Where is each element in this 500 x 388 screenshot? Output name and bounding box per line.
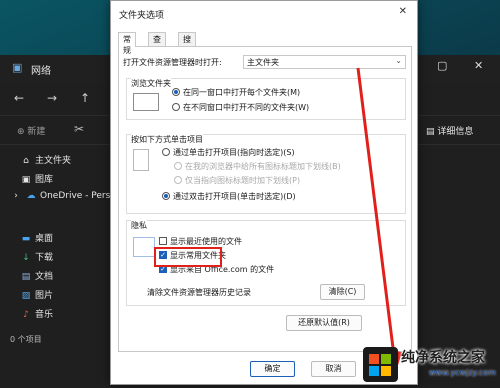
- sidebar-item-music[interactable]: ♪ 音乐: [20, 307, 53, 320]
- recent-files-label: 显示最近使用的文件: [170, 237, 242, 246]
- cut-icon[interactable]: ✂: [74, 122, 84, 136]
- document-icon: ▤: [21, 272, 31, 282]
- back-icon[interactable]: ←: [14, 91, 24, 105]
- gallery-icon: ▣: [21, 175, 31, 185]
- radio-same-window[interactable]: [172, 88, 180, 96]
- desktop-icon: ▬: [21, 234, 31, 244]
- explorer-title: 网络: [31, 66, 51, 77]
- logo-url: www.ycwjzy.com: [429, 368, 496, 377]
- chevron-right-icon: ›: [14, 191, 18, 201]
- option-underline-point-label: 仅当指向图标标题时加下划线(P): [185, 176, 301, 185]
- tab-view[interactable]: 查看: [148, 32, 166, 55]
- status-bar: 0 个项目: [10, 335, 42, 344]
- privacy-icon: [133, 237, 155, 257]
- sidebar-item-label: 音乐: [35, 310, 54, 320]
- arrow-line: [356, 67, 396, 357]
- tab-search[interactable]: 搜索: [178, 32, 196, 55]
- sidebar-item-label: 下载: [35, 253, 54, 263]
- cloud-icon: ☁: [26, 191, 36, 201]
- forward-icon[interactable]: →: [47, 91, 57, 105]
- open-explorer-value: 主文件夹: [247, 58, 279, 67]
- sidebar-item-label: 主文件夹: [35, 156, 72, 166]
- radio-new-window[interactable]: [172, 103, 180, 111]
- close-icon[interactable]: ✕: [399, 6, 407, 17]
- checkbox-recent-files[interactable]: [159, 237, 167, 245]
- new-button[interactable]: ⊕ 新建: [17, 124, 45, 137]
- restore-icon[interactable]: ▢: [437, 59, 447, 72]
- radio-underline-point[interactable]: [174, 176, 182, 184]
- details-button[interactable]: ▤ 详细信息: [426, 124, 473, 137]
- radio-single-click[interactable]: [162, 148, 170, 156]
- highlight-frequent-folders: [154, 247, 222, 267]
- sidebar-item-downloads[interactable]: ↓ 下载: [20, 250, 53, 263]
- up-icon[interactable]: ↑: [80, 91, 90, 105]
- option-single-click-label: 通过单击打开项目(指向时选定)(S): [173, 148, 295, 157]
- browse-preview-image: [133, 93, 159, 111]
- home-icon: ⌂: [23, 156, 29, 166]
- option-underline-all-label: 在我的浏览器中给所有图标标题加下划线(B): [185, 162, 341, 171]
- sidebar-item-home[interactable]: ⌂ 主文件夹: [20, 153, 71, 166]
- sidebar-item-label: 桌面: [35, 234, 54, 244]
- sidebar-item-label: 图片: [35, 291, 54, 301]
- download-icon: ↓: [22, 253, 30, 263]
- logo-title: 纯净系统之家: [401, 350, 485, 366]
- annotation-arrow: [356, 67, 402, 372]
- site-logo: 纯净系统之家 www.ycwjzy.com: [355, 341, 500, 388]
- sidebar-item-documents[interactable]: ▤ 文档: [20, 269, 53, 282]
- sidebar-item-desktop[interactable]: ▬ 桌面: [20, 231, 53, 244]
- music-icon: ♪: [23, 310, 29, 320]
- sidebar-item-gallery[interactable]: ▣ 图库: [20, 172, 53, 185]
- windows-logo-icon: [363, 347, 398, 382]
- tab-general[interactable]: 常规: [118, 32, 136, 55]
- radio-underline-all[interactable]: [174, 162, 182, 170]
- pictures-icon: ▨: [21, 291, 31, 301]
- sidebar-item-pictures[interactable]: ▨ 图片: [20, 288, 53, 301]
- dialog-title: 文件夹选项: [119, 11, 165, 21]
- option-double-click-label: 通过双击打开项目(单击时选定)(D): [173, 192, 296, 201]
- sidebar-item-label: 文档: [35, 272, 54, 282]
- sidebar-item-label: 图库: [35, 175, 54, 185]
- clear-history-label: 清除文件资源管理器历史记录: [147, 288, 251, 297]
- details-label: 详细信息: [437, 127, 474, 137]
- option-same-window-label: 在同一窗口中打开每个文件夹(M): [183, 88, 301, 97]
- option-new-window-label: 在不同窗口中打开不同的文件夹(W): [183, 103, 310, 112]
- browse-folders-title: 浏览文件夹: [131, 78, 171, 89]
- document-cursor-icon: [133, 149, 149, 171]
- radio-double-click[interactable]: [162, 192, 170, 200]
- click-items-title: 按如下方式单击项目: [131, 134, 203, 145]
- network-icon: ▣: [12, 61, 23, 74]
- new-button-label: 新建: [27, 127, 46, 137]
- privacy-title: 隐私: [131, 220, 147, 231]
- close-icon[interactable]: ✕: [474, 59, 483, 72]
- open-explorer-label: 打开文件资源管理器时打开:: [123, 58, 222, 67]
- ok-button[interactable]: 确定: [250, 361, 295, 377]
